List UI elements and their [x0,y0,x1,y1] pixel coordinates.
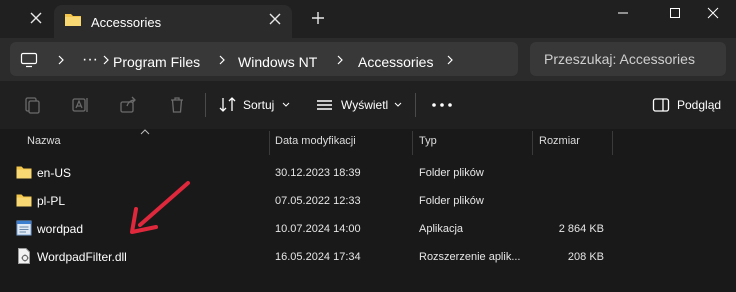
file-type: Aplikacja [419,223,464,235]
folder-icon [65,14,81,26]
table-row[interactable]: pl-PL 07.05.2022 12:33 Folder plików [0,187,736,215]
sort-label: Sortuj [243,98,275,112]
tab-accessories[interactable]: Accessories [54,5,292,38]
share-icon[interactable] [118,95,138,115]
folder-icon [16,166,32,179]
table-row[interactable]: WordpadFilter.dll 16.05.2024 17:34 Rozsz… [0,243,736,271]
chevron-right-icon [58,55,64,65]
view-icon [317,100,332,110]
dll-file-icon [18,248,30,264]
command-bar: Sortuj Wyświetl Podgląd [0,81,736,129]
computer-icon[interactable] [20,52,38,68]
column-header-name[interactable]: Nazwa [27,135,61,147]
file-type: Rozszerzenie aplik... [419,251,521,263]
sort-button[interactable]: Sortuj [218,81,294,129]
address-row: ··· Program Files Windows NT Accessories… [0,38,736,81]
search-input[interactable]: Przeszukaj: Accessories [530,42,726,76]
close-icon [707,7,719,19]
view-label: Wyświetl [341,98,389,112]
column-divider[interactable] [412,131,413,155]
breadcrumb-item[interactable]: Program Files [113,54,200,70]
wordpad-app-icon [16,220,32,236]
column-header-modified[interactable]: Data modyfikacji [275,135,356,147]
file-list: Nazwa Data modyfikacji Typ Rozmiar en-US… [0,129,736,292]
more-options-icon[interactable] [431,100,453,110]
file-type: Folder plików [419,167,484,179]
close-icon[interactable] [265,9,285,29]
file-name: wordpad [37,222,84,236]
chevron-down-icon [282,102,290,107]
table-row[interactable]: en-US 30.12.2023 18:39 Folder plików [0,159,736,187]
delete-icon[interactable] [167,95,187,115]
address-bar[interactable]: ··· Program Files Windows NT Accessories [10,42,518,76]
preview-label: Podgląd [677,98,722,112]
chevron-right-icon [103,55,109,65]
preview-pane-button[interactable]: Podgląd [652,81,730,129]
folder-icon [16,194,32,207]
copy-icon[interactable] [22,95,42,115]
chevron-right-icon [337,55,343,65]
annotation-arrow-icon [130,181,190,234]
breadcrumb-item[interactable]: Accessories [358,54,433,70]
title-bar: Accessories [0,0,736,38]
file-modified: 16.05.2024 17:34 [275,251,361,263]
breadcrumb-item[interactable]: Windows NT [238,54,317,70]
file-modified: 07.05.2022 12:33 [275,195,361,207]
file-type: Folder plików [419,195,484,207]
close-icon[interactable] [28,10,44,26]
plus-icon[interactable] [310,10,326,26]
minimize-button[interactable] [600,0,646,26]
column-header-type[interactable]: Typ [419,135,437,147]
minimize-icon [618,12,628,14]
toolbar-divider [205,93,206,117]
column-header-size[interactable]: Rozmiar [539,135,580,147]
column-divider[interactable] [532,131,533,155]
sort-icon [219,97,236,112]
maximize-icon [670,8,680,18]
rename-icon[interactable] [71,95,91,115]
search-placeholder: Przeszukaj: Accessories [544,51,695,67]
file-modified: 10.07.2024 14:00 [275,223,361,235]
file-name: WordpadFilter.dll [37,250,127,264]
column-divider[interactable] [269,131,270,155]
file-size: 2 864 KB [558,223,604,235]
column-divider[interactable] [612,131,613,155]
chevron-right-icon[interactable] [444,54,456,66]
tab-title: Accessories [91,15,162,30]
file-name: pl-PL [37,194,66,208]
file-modified: 30.12.2023 18:39 [275,167,361,179]
more-crumbs-button[interactable]: ··· [82,51,98,69]
toolbar-divider [415,93,416,117]
preview-pane-icon [652,98,670,112]
chevron-down-icon [394,102,402,107]
file-size: 208 KB [567,251,604,263]
table-row[interactable]: wordpad 10.07.2024 14:00 Aplikacja 2 864… [0,215,736,243]
view-button[interactable]: Wyświetl [315,81,405,129]
file-name: en-US [37,166,72,180]
chevron-right-icon [219,55,225,65]
close-window-button[interactable] [690,0,736,26]
sort-ascending-icon [140,129,150,135]
